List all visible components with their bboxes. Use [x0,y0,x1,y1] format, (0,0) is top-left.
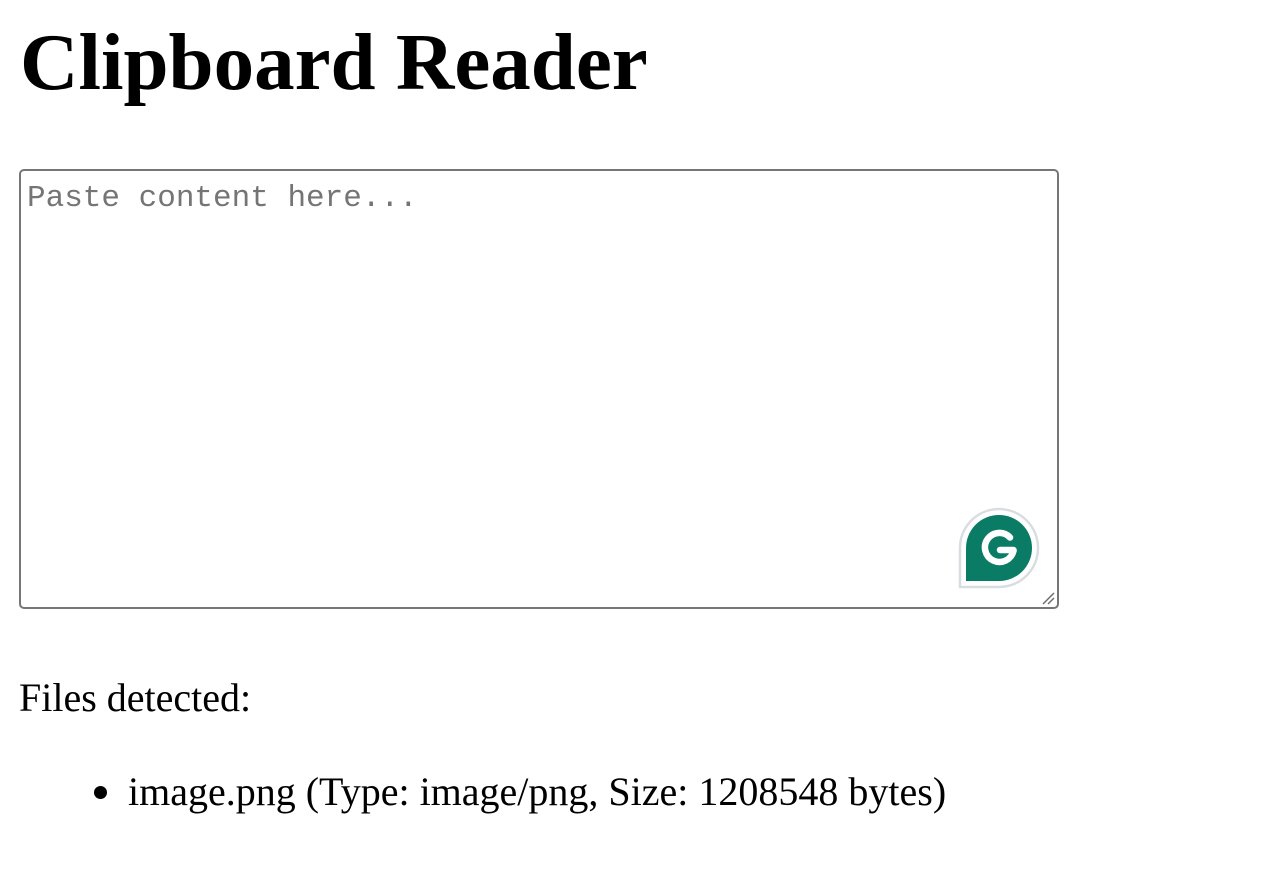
resize-grip-icon[interactable] [1041,591,1055,605]
file-list: image.png (Type: image/png, Size: 120854… [0,768,946,816]
page-title: Clipboard Reader [20,17,648,107]
list-item: image.png (Type: image/png, Size: 120854… [0,768,946,816]
file-item-text: image.png (Type: image/png, Size: 120854… [128,769,947,814]
bullet-icon [94,786,107,799]
paste-box [19,169,1059,609]
grammarly-icon[interactable] [958,507,1040,589]
paste-textarea[interactable] [21,171,1057,607]
files-detected-label: Files detected: [19,675,252,720]
